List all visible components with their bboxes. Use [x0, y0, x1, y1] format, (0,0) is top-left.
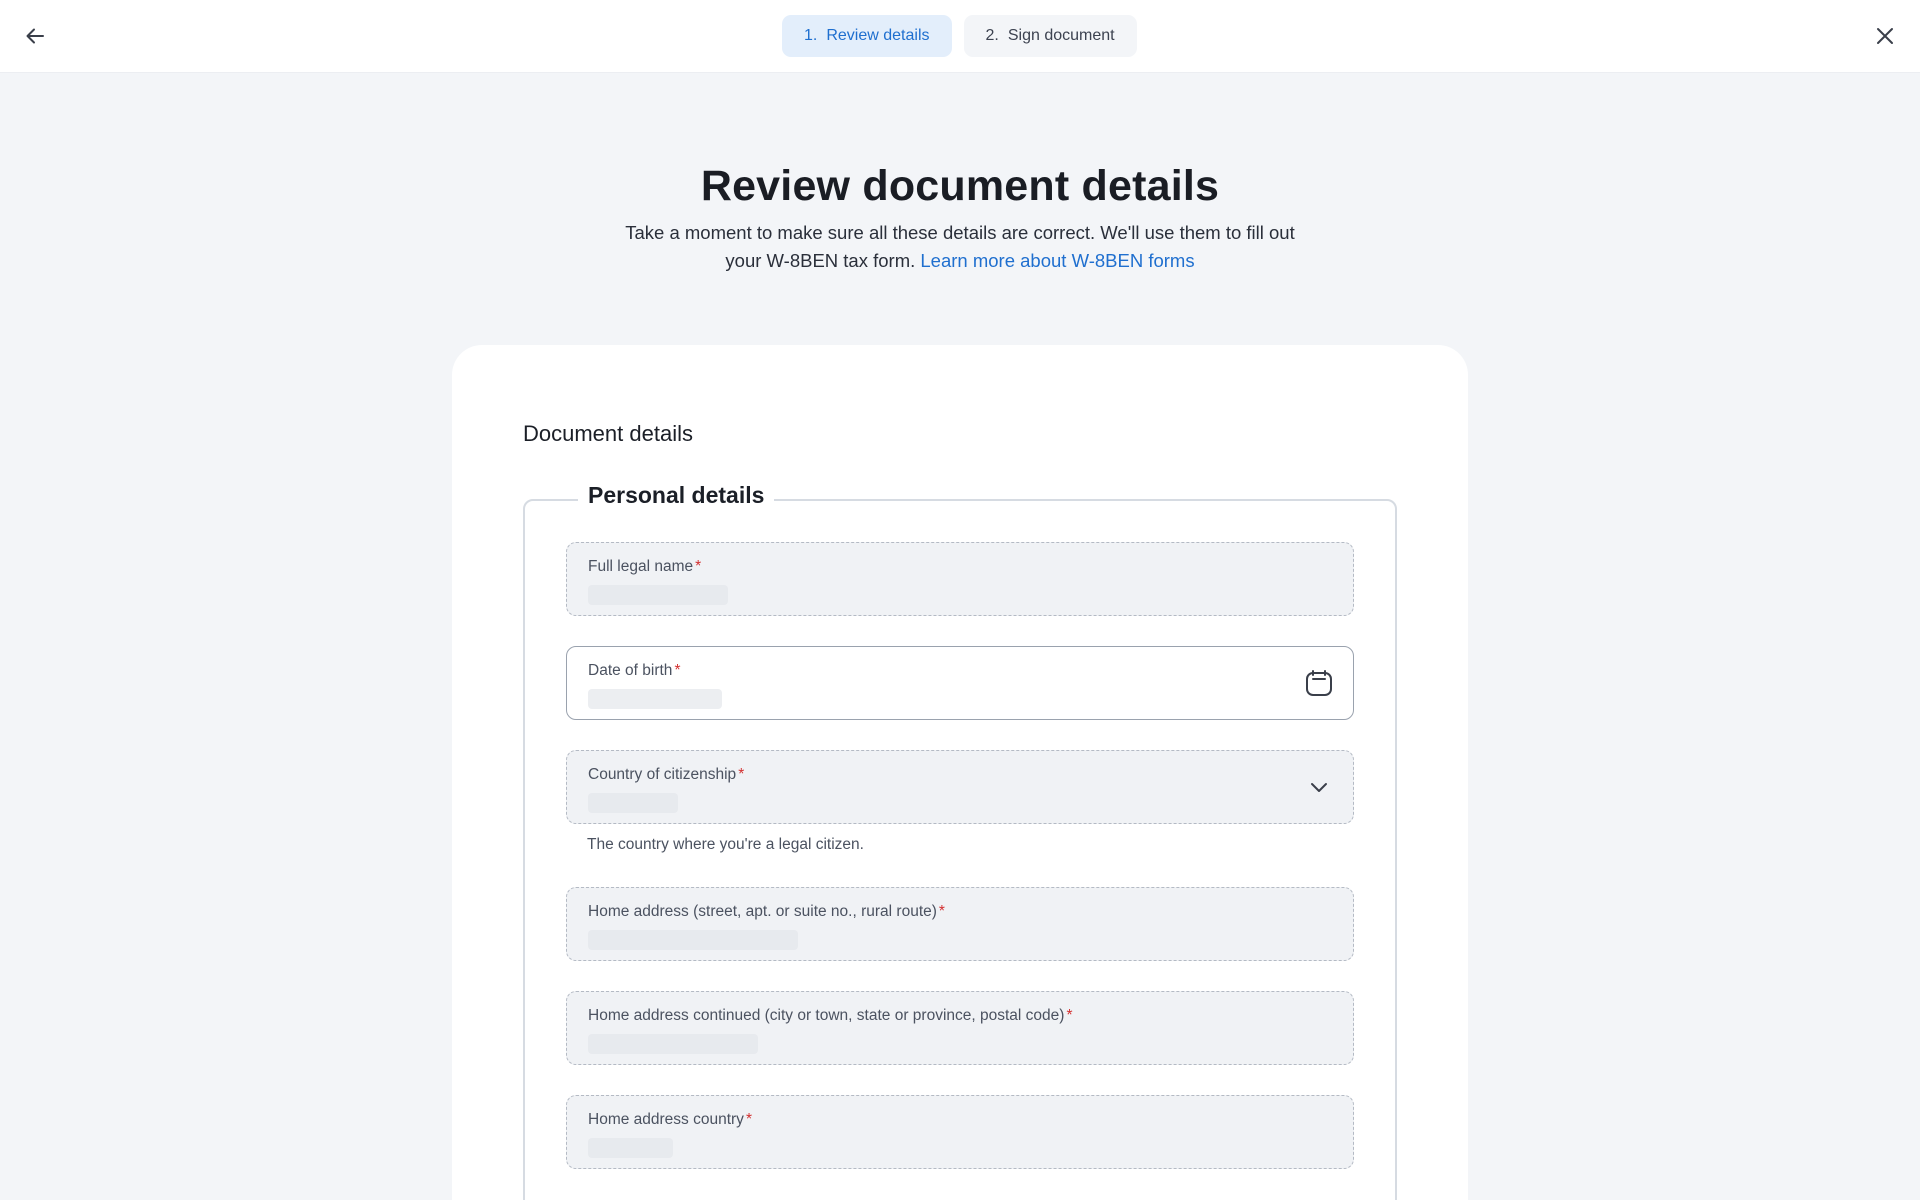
redacted-value: [588, 793, 678, 813]
close-icon: [1877, 28, 1893, 44]
field-label: Home address continued (city or town, st…: [588, 1007, 1073, 1024]
arrow-left-icon: [26, 28, 44, 44]
citizenship-helper-text: The country where you're a legal citizen…: [587, 836, 864, 853]
step-tabs: 1. Review details 2. Sign document: [782, 15, 1137, 57]
redacted-value: [588, 1138, 673, 1158]
calendar-button[interactable]: [1303, 667, 1335, 699]
date-of-birth-field[interactable]: Date of birth *: [566, 646, 1354, 720]
back-button[interactable]: [17, 18, 53, 54]
top-bar: 1. Review details 2. Sign document: [0, 0, 1920, 73]
step-label: Review details: [826, 27, 930, 44]
close-button[interactable]: [1867, 18, 1903, 54]
country-of-citizenship-select[interactable]: Country of citizenship *: [566, 750, 1354, 824]
page-title: Review document details: [700, 162, 1220, 210]
redacted-value: [588, 585, 728, 605]
field-label: Country of citizenship *: [588, 766, 745, 783]
field-label: Date of birth *: [588, 662, 681, 679]
home-address-country-field[interactable]: Home address country *: [566, 1095, 1354, 1169]
redacted-value: [588, 689, 722, 709]
field-label: Full legal name *: [588, 558, 702, 575]
section-title: Personal details: [578, 482, 775, 509]
chevron-down-icon: [1311, 783, 1327, 792]
tab-sign-document[interactable]: 2. Sign document: [963, 15, 1137, 57]
tab-review-details[interactable]: 1. Review details: [782, 15, 952, 57]
calendar-icon: [1306, 670, 1332, 696]
dropdown-toggle[interactable]: [1303, 771, 1335, 803]
intro-text: Take a moment to make sure all these det…: [610, 219, 1310, 275]
full-legal-name-field[interactable]: Full legal name *: [566, 542, 1354, 616]
redacted-value: [588, 1034, 758, 1054]
card-title: Document details: [523, 421, 693, 446]
redacted-value: [588, 930, 798, 950]
step-label: Sign document: [1007, 27, 1115, 44]
learn-more-link[interactable]: Learn more about W-8BEN forms: [920, 250, 1194, 271]
home-address-continued-field[interactable]: Home address continued (city or town, st…: [566, 991, 1354, 1065]
field-label: Home address country *: [588, 1111, 752, 1128]
home-address-field[interactable]: Home address (street, apt. or suite no.,…: [566, 887, 1354, 961]
step-number: 1.: [804, 27, 818, 44]
step-number: 2.: [985, 27, 999, 44]
field-label: Home address (street, apt. or suite no.,…: [588, 903, 945, 920]
